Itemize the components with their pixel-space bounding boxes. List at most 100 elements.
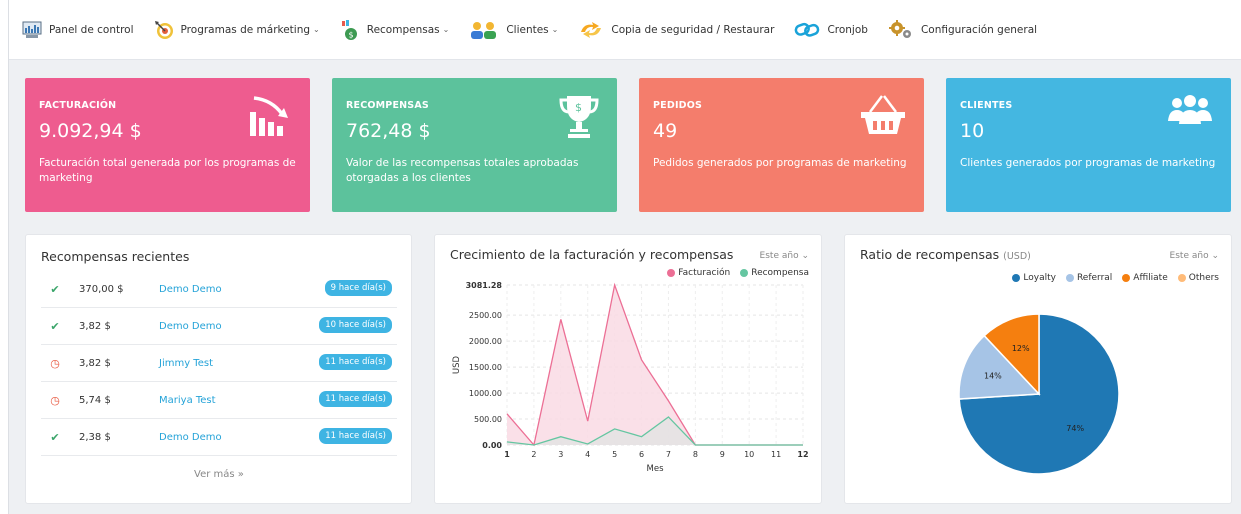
x-tick-label: 8 (693, 450, 698, 459)
reward-row[interactable]: ✔ 2,38 $ Demo Demo 11 hace día(s) (41, 419, 397, 456)
x-tick-label: 6 (639, 450, 644, 459)
legend-item-loyalty[interactable]: Loyalty (1012, 273, 1056, 283)
period-filter[interactable]: Este año ⌄ (760, 251, 809, 261)
revenue-growth-icon (248, 94, 292, 142)
reward-row[interactable]: ◷ 3,82 $ Jimmy Test 11 hace día(s) (41, 345, 397, 382)
customer-link[interactable]: Demo Demo (159, 284, 222, 295)
svg-text:$: $ (348, 30, 353, 39)
panel-recent-rewards: Recompensas recientes ✔ 370,00 $ Demo De… (25, 234, 412, 504)
customer-link[interactable]: Demo Demo (159, 321, 222, 332)
clock-icon: ◷ (50, 357, 60, 370)
chart-unit: (USD) (1003, 251, 1031, 262)
svg-text:$: $ (575, 101, 582, 114)
nav-item-cronjob[interactable]: Cronjob (793, 19, 868, 41)
card-description: Clientes generados por programas de mark… (960, 157, 1216, 169)
pie-slice-label: 12% (1012, 344, 1030, 353)
nav-item-general-settings[interactable]: Configuración general (887, 19, 1037, 41)
chart-title-text: Ratio de recompensas (860, 247, 1000, 262)
reward-row[interactable]: ◷ 5,74 $ Mariya Test 11 hace día(s) (41, 382, 397, 419)
y-tick-label: 0.00 (482, 441, 502, 450)
panel-title: Recompensas recientes (41, 249, 190, 264)
y-tick-label: 500.00 (474, 415, 502, 424)
x-tick-label: 2 (531, 450, 536, 459)
check-icon: ✔ (50, 431, 60, 444)
x-tick-label: 3 (558, 450, 563, 459)
legend-label: Loyalty (1023, 273, 1056, 283)
customer-link[interactable]: Mariya Test (159, 395, 216, 406)
legend-item-others[interactable]: Others (1177, 273, 1219, 283)
chevron-down-icon: ⌄ (442, 25, 450, 34)
x-tick-label: 4 (585, 450, 590, 459)
pie-legend: Loyalty Referral Affiliate Others (1012, 273, 1219, 283)
nav-label: Copia de seguridad / Restaurar (611, 23, 775, 36)
period-filter[interactable]: Este año ⌄ (1170, 251, 1219, 261)
period-filter-label: Este año (759, 251, 799, 261)
pie-slice-label: 74% (1066, 424, 1084, 433)
card-customers: CLIENTES 10 Clientes generados por progr… (946, 78, 1231, 212)
nav-label: Clientes (506, 23, 549, 36)
legend-dot (1177, 274, 1186, 282)
nav-item-customers[interactable]: Clientes ⌄ (468, 19, 558, 41)
reward-row[interactable]: ✔ 3,82 $ Demo Demo 10 hace día(s) (41, 308, 397, 345)
gears-icon (887, 19, 915, 41)
x-tick-label: 10 (744, 450, 754, 459)
reward-amount: 2,38 $ (79, 432, 111, 443)
chevron-down-icon: ⌄ (1211, 251, 1219, 261)
period-filter-label: Este año (1169, 251, 1209, 261)
panel-growth-chart: Crecimiento de la facturación y recompen… (434, 234, 822, 504)
y-tick-label: 2500.00 (469, 311, 502, 320)
reward-amount: 3,82 $ (79, 321, 111, 332)
card-description: Facturación total generada por los progr… (39, 157, 296, 185)
card-rewards: RECOMPENSAS 762,48 $ Valor de las recomp… (332, 78, 617, 212)
nav-label: Cronjob (827, 23, 868, 36)
x-tick-label: 7 (666, 450, 671, 459)
target-icon (153, 19, 175, 41)
legend-dot (1012, 274, 1021, 282)
reward-row[interactable]: ✔ 370,00 $ Demo Demo 9 hace día(s) (41, 271, 397, 308)
legend-item-affiliate[interactable]: Affiliate (1122, 273, 1168, 283)
legend-label: Affiliate (1133, 273, 1168, 283)
chevron-down-icon: ⌄ (551, 25, 559, 34)
time-badge: 11 hace día(s) (319, 354, 392, 370)
nav-label: Configuración general (920, 23, 1038, 36)
money-bag-icon: $ (339, 19, 361, 41)
trophy-icon: $ (559, 94, 599, 144)
view-more-link[interactable]: Ver más » (26, 469, 412, 480)
y-tick-label: 3081.28 (466, 281, 503, 290)
nav-item-backup-restore[interactable]: Copia de seguridad / Restaurar (577, 19, 774, 41)
nav-label: Programas de márketing (180, 23, 311, 36)
dashboard-icon (21, 19, 43, 41)
chevron-down-icon: ⌄ (801, 251, 809, 261)
x-tick-label: 12 (797, 450, 808, 459)
clock-icon: ◷ (50, 394, 60, 407)
y-tick-label: 1000.00 (469, 389, 502, 398)
nav-item-dashboard[interactable]: Panel de control (21, 19, 134, 41)
card-orders: PEDIDOS 49 Pedidos generados por program… (639, 78, 924, 212)
users-icon (468, 19, 500, 41)
left-edge (0, 0, 9, 514)
pie-chart-svg: 74% 14% 12% (958, 313, 1120, 475)
chart-title: Ratio de recompensas (USD) (860, 247, 1031, 262)
basket-icon (860, 94, 906, 140)
nav-item-marketing-programs[interactable]: Programas de márketing ⌄ (153, 19, 320, 41)
panel-reward-ratio: Ratio de recompensas (USD) Este año ⌄ Lo… (844, 234, 1232, 504)
x-tick-label: 5 (612, 450, 617, 459)
y-tick-label: 2000.00 (469, 337, 502, 346)
nav-item-rewards[interactable]: $ Recompensas ⌄ (339, 19, 450, 41)
time-badge: 9 hace día(s) (324, 280, 392, 296)
card-description: Valor de las recompensas totales aprobad… (346, 157, 579, 185)
legend-item-referral[interactable]: Referral (1065, 273, 1112, 283)
legend-dot (1122, 274, 1131, 282)
y-axis-label: USD (452, 355, 462, 374)
x-tick-label: 9 (720, 450, 725, 459)
customer-link[interactable]: Demo Demo (159, 432, 222, 443)
reward-amount: 3,82 $ (79, 358, 111, 369)
card-description: Pedidos generados por programas de marke… (653, 157, 907, 169)
nav-label: Recompensas (366, 23, 440, 36)
customer-link[interactable]: Jimmy Test (159, 358, 213, 369)
y-tick-label: 1500.00 (469, 363, 502, 372)
reward-amount: 370,00 $ (79, 284, 124, 295)
legend-label: Others (1188, 273, 1219, 283)
growth-chart-svg: 0.00 500.00 1000.00 1500.00 2000.00 2500.00 30… (452, 281, 809, 474)
check-icon: ✔ (50, 320, 60, 333)
